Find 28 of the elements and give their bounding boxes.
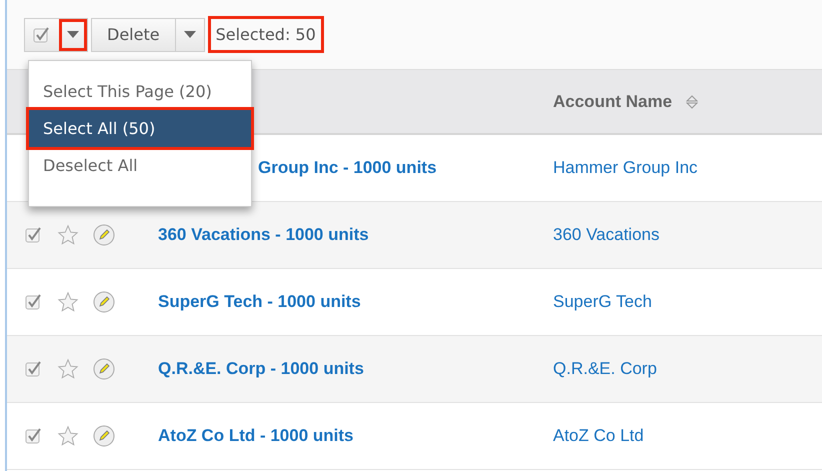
star-icon[interactable] [57,224,79,246]
star-icon[interactable] [57,425,79,447]
menu-item[interactable]: Select This Page (20) [29,73,251,110]
caret-icon [184,31,196,38]
account-name-link[interactable]: SuperG Tech [553,292,652,312]
menu-item[interactable]: Deselect All [29,147,251,184]
column-header[interactable]: Account Name [553,92,672,112]
checkbox[interactable] [25,427,43,445]
menu-item[interactable]: Select All (50) [29,110,251,147]
star-icon[interactable] [57,358,79,380]
pencil-icon[interactable] [93,224,115,246]
checkbox[interactable] [25,360,43,378]
account-name-link[interactable]: Q.R.&E. Corp [553,359,657,379]
checkbox[interactable] [25,226,43,244]
checkbox[interactable] [25,293,43,311]
account-name-link[interactable]: 360 Vacations [553,225,660,245]
pencil-icon[interactable] [93,358,115,380]
account-name-link[interactable]: Hammer Group Inc [553,158,698,178]
pencil-icon[interactable] [93,425,115,447]
account-name-link[interactable]: AtoZ Co Ltd [553,426,644,446]
sort-icon[interactable] [686,94,698,108]
record-name-link[interactable]: AtoZ Co Ltd - 1000 units [158,426,553,446]
record-name-link[interactable]: SuperG Tech - 1000 units [158,292,553,312]
pencil-icon[interactable] [93,291,115,313]
star-icon[interactable] [57,291,79,313]
record-name-link[interactable]: Q.R.&E. Corp - 1000 units [158,359,553,379]
record-name-link[interactable]: 360 Vacations - 1000 units [158,225,553,245]
selected-count: Selected: 50 [208,16,324,53]
